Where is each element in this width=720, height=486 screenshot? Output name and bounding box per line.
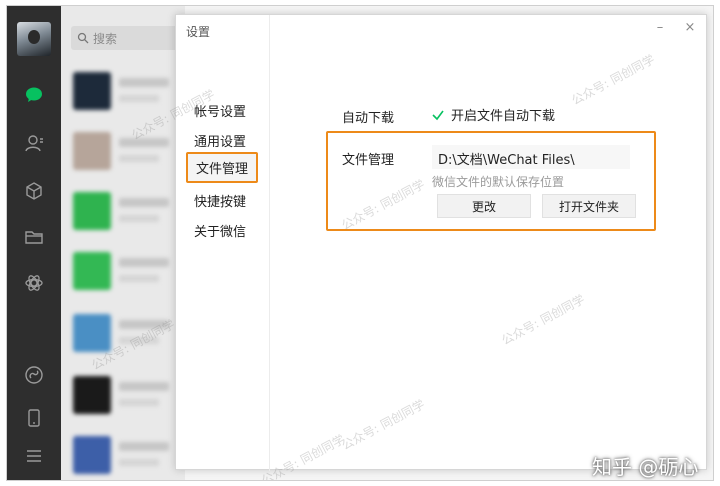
list-item[interactable] <box>61 366 185 426</box>
search-placeholder: 搜索 <box>93 31 118 46</box>
search-icon <box>77 32 89 44</box>
minimize-button[interactable]: – <box>652 19 668 35</box>
favorites-icon[interactable] <box>21 178 47 204</box>
nav-item-about[interactable]: 关于微信 <box>194 221 246 240</box>
wechat-window: 搜索 设置 帐号设置 通用设置 文件管理 快捷按键 关于微信 – × 自动下载 … <box>6 5 714 481</box>
list-item[interactable] <box>61 182 185 242</box>
nav-item-file-management[interactable]: 文件管理 <box>186 152 259 183</box>
sidebar-rail <box>7 6 61 480</box>
list-item[interactable] <box>61 426 185 480</box>
miniprogram-icon[interactable] <box>21 362 47 388</box>
nav-item-general[interactable]: 通用设置 <box>194 131 246 150</box>
brand-watermark: 知乎 @砺心 <box>592 455 699 479</box>
list-item[interactable] <box>61 242 185 302</box>
chat-list: 搜索 <box>61 6 185 480</box>
nav-item-shortcuts[interactable]: 快捷按键 <box>194 191 246 210</box>
list-item[interactable] <box>61 122 185 182</box>
open-folder-button[interactable]: 打开文件夹 <box>542 194 636 218</box>
file-management-label: 文件管理 <box>342 153 395 168</box>
avatar[interactable] <box>17 22 51 56</box>
close-button[interactable]: × <box>682 19 698 35</box>
settings-nav: 设置 帐号设置 通用设置 文件管理 快捷按键 关于微信 <box>176 15 270 471</box>
auto-download-checkbox[interactable]: 开启文件自动下载 <box>431 105 555 124</box>
checkmark-icon <box>432 110 444 120</box>
menu-icon[interactable] <box>21 443 47 469</box>
auto-download-checkbox-label: 开启文件自动下载 <box>451 109 556 124</box>
save-path-field[interactable]: D:\文档\WeChat Files\ <box>432 145 630 169</box>
contacts-icon[interactable] <box>21 130 47 156</box>
dialog-title: 设置 <box>186 25 211 39</box>
moments-icon[interactable] <box>21 270 47 296</box>
phone-icon[interactable] <box>21 405 47 431</box>
change-button[interactable]: 更改 <box>437 194 531 218</box>
settings-dialog: 设置 帐号设置 通用设置 文件管理 快捷按键 关于微信 – × 自动下载 开启文… <box>175 14 707 471</box>
search-input[interactable]: 搜索 <box>71 26 183 50</box>
save-path-hint: 微信文件的默认保存位置 <box>432 175 565 189</box>
auto-download-label: 自动下载 <box>342 111 395 126</box>
folder-icon[interactable] <box>21 224 47 250</box>
chat-icon[interactable] <box>21 82 47 108</box>
